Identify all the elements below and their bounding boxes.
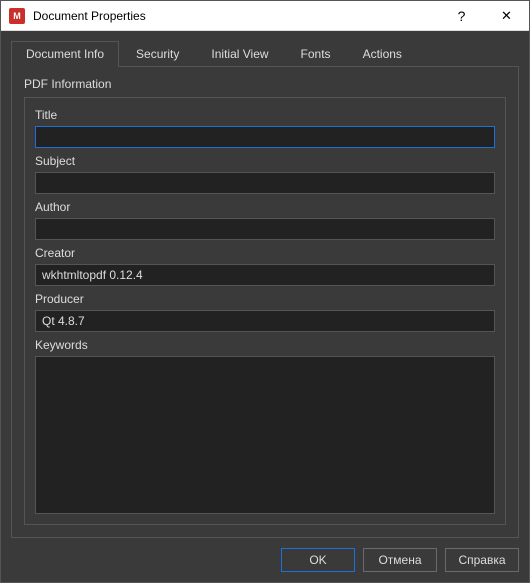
button-bar: OK Отмена Справка — [11, 538, 519, 572]
producer-label: Producer — [35, 292, 495, 306]
title-input[interactable] — [35, 126, 495, 148]
help-icon[interactable]: ? — [439, 1, 484, 30]
tab-initial-view[interactable]: Initial View — [196, 41, 283, 67]
subject-input[interactable] — [35, 172, 495, 194]
keywords-label: Keywords — [35, 338, 495, 352]
tab-fonts[interactable]: Fonts — [286, 41, 346, 67]
help-button[interactable]: Справка — [445, 548, 519, 572]
dialog-window: M Document Properties ? ✕ Document Info … — [0, 0, 530, 583]
window-title: Document Properties — [33, 9, 439, 23]
creator-label: Creator — [35, 246, 495, 260]
pdf-information-group: Title Subject Author Creator Producer Ke… — [24, 97, 506, 525]
author-label: Author — [35, 200, 495, 214]
close-icon[interactable]: ✕ — [484, 1, 529, 30]
client-area: Document Info Security Initial View Font… — [1, 31, 529, 582]
ok-button[interactable]: OK — [281, 548, 355, 572]
tab-actions[interactable]: Actions — [348, 41, 417, 67]
creator-input[interactable] — [35, 264, 495, 286]
tab-document-info[interactable]: Document Info — [11, 41, 119, 67]
tab-panel: PDF Information Title Subject Author Cre… — [11, 66, 519, 538]
subject-label: Subject — [35, 154, 495, 168]
producer-input[interactable] — [35, 310, 495, 332]
tab-bar: Document Info Security Initial View Font… — [11, 41, 519, 67]
author-input[interactable] — [35, 218, 495, 240]
tab-security[interactable]: Security — [121, 41, 194, 67]
group-label: PDF Information — [24, 77, 506, 91]
app-icon: M — [9, 8, 25, 24]
cancel-button[interactable]: Отмена — [363, 548, 437, 572]
titlebar: M Document Properties ? ✕ — [1, 1, 529, 31]
keywords-input[interactable] — [35, 356, 495, 514]
title-label: Title — [35, 108, 495, 122]
